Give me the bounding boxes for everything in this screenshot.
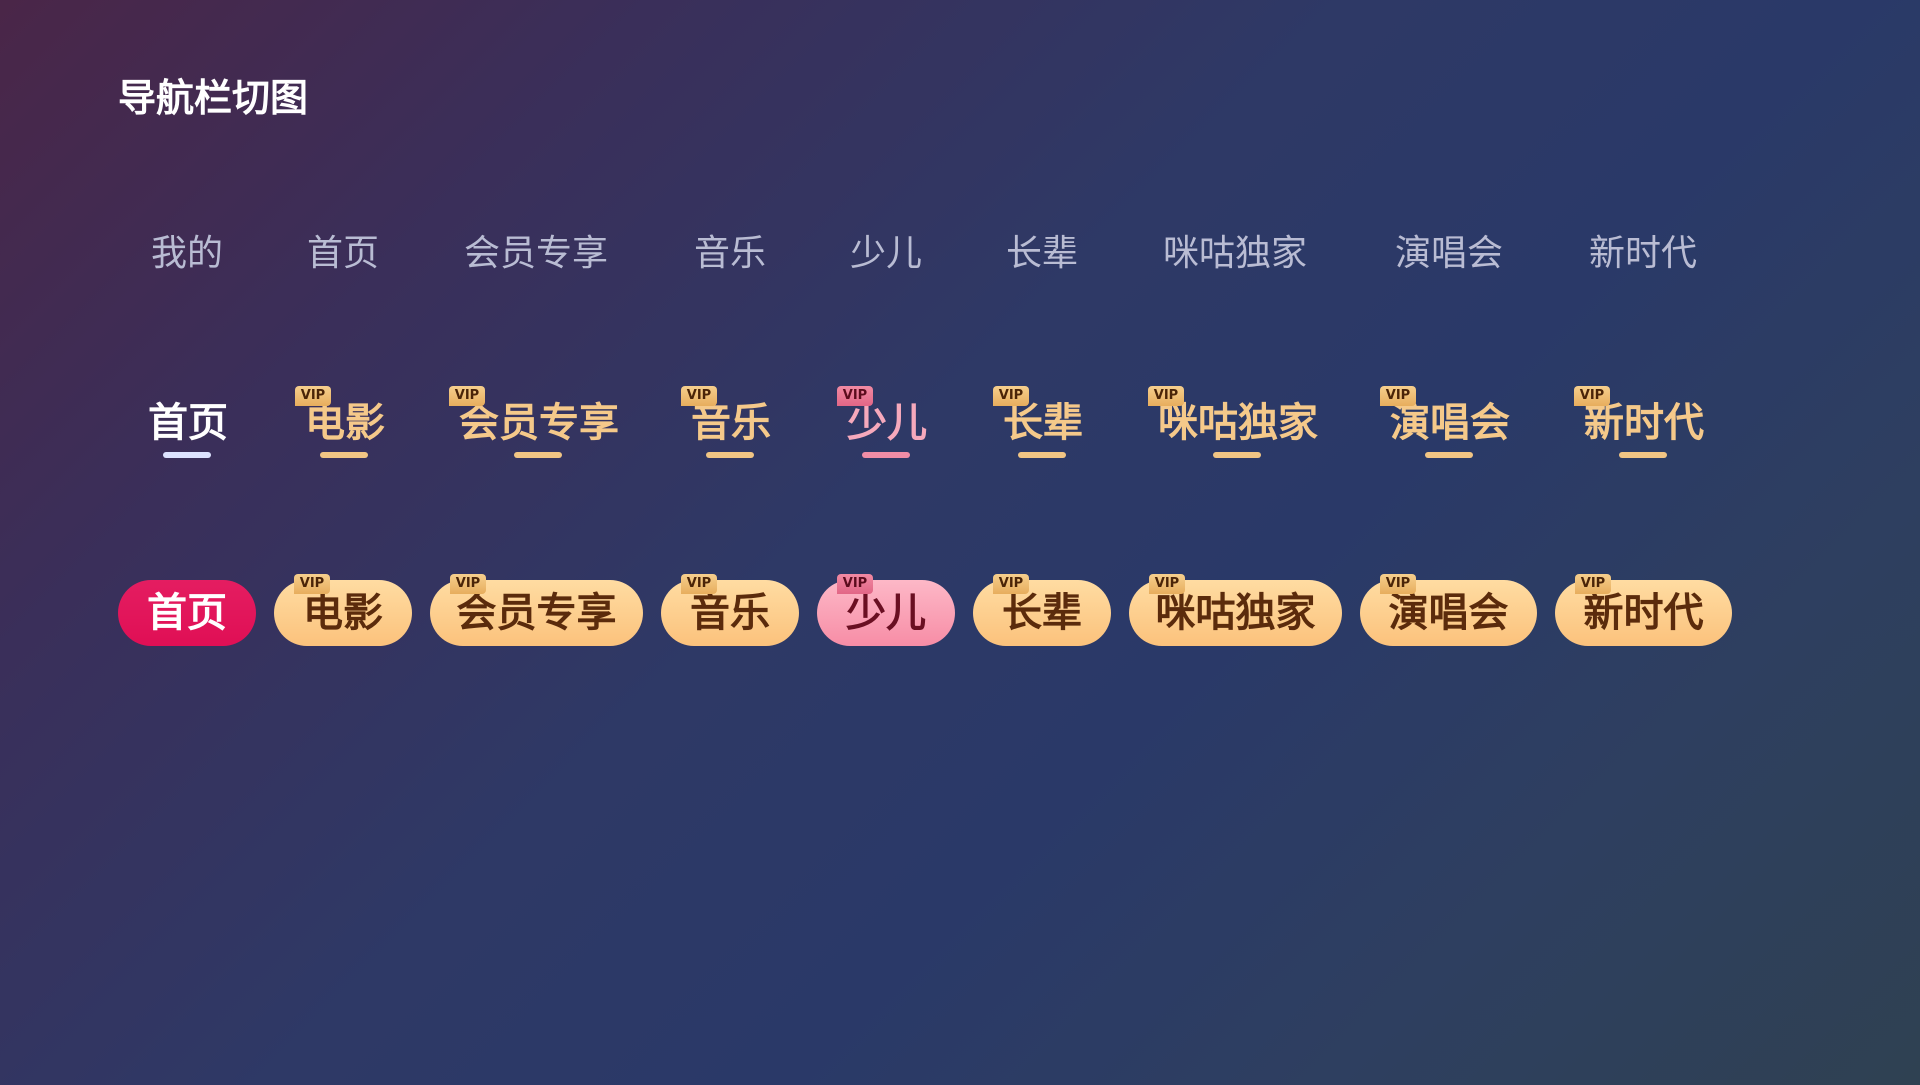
tab-movie[interactable]: VIP 电影	[295, 386, 385, 458]
vip-badge: VIP	[837, 386, 873, 406]
active-underline	[163, 452, 211, 458]
tab-underline	[706, 452, 754, 458]
tab-underline	[862, 452, 910, 458]
vip-badge: VIP	[837, 574, 873, 594]
tab-underline	[514, 452, 562, 458]
nav-item-concert[interactable]: 演唱会	[1395, 230, 1503, 278]
vip-badge: VIP	[993, 574, 1029, 594]
tab-label: 会员专享	[459, 400, 619, 446]
nav-item-kids[interactable]: 少儿	[850, 230, 922, 278]
tab-new-era[interactable]: VIP 新时代	[1574, 386, 1704, 458]
nav-item-new-era[interactable]: 新时代	[1589, 230, 1697, 278]
vip-badge: VIP	[993, 386, 1029, 406]
tab-underline	[320, 452, 368, 458]
pill-music[interactable]: VIP 音乐	[661, 574, 799, 646]
tab-underline	[1018, 452, 1066, 458]
page-title: 导航栏切图	[118, 76, 309, 120]
tab-kids[interactable]: VIP 少儿	[837, 386, 927, 458]
tab-home[interactable]: 首页	[148, 398, 228, 458]
pill-member[interactable]: VIP 会员专享	[430, 574, 643, 646]
vip-badge: VIP	[1574, 386, 1610, 406]
vip-badge: VIP	[449, 386, 485, 406]
nav-item-mine[interactable]: 我的	[151, 230, 223, 278]
tab-underline	[1619, 452, 1667, 458]
nav-item-member[interactable]: 会员专享	[464, 230, 608, 278]
vip-badge: VIP	[450, 574, 486, 594]
vip-badge: VIP	[1149, 574, 1185, 594]
tab-member[interactable]: VIP 会员专享	[449, 386, 619, 458]
vip-badge: VIP	[295, 386, 331, 406]
pill-new-era[interactable]: VIP 新时代	[1555, 574, 1732, 646]
vip-badge: VIP	[1380, 386, 1416, 406]
vip-badge: VIP	[681, 386, 717, 406]
pill-migu-exclusive[interactable]: VIP 咪咕独家	[1129, 574, 1342, 646]
pill-concert[interactable]: VIP 演唱会	[1360, 574, 1537, 646]
tab-music[interactable]: VIP 音乐	[681, 386, 771, 458]
vip-badge: VIP	[681, 574, 717, 594]
nav-item-migu-exclusive[interactable]: 咪咕独家	[1163, 230, 1307, 278]
nav-item-home[interactable]: 首页	[307, 230, 379, 278]
pill-label: 首页	[147, 590, 227, 636]
tab-underline	[1425, 452, 1473, 458]
tab-underline	[1213, 452, 1261, 458]
tab-label: 首页	[148, 400, 228, 446]
tab-migu-exclusive[interactable]: VIP 咪咕独家	[1148, 386, 1318, 458]
vip-badge: VIP	[1575, 574, 1611, 594]
nav-item-music[interactable]: 音乐	[694, 230, 766, 278]
tab-concert[interactable]: VIP 演唱会	[1380, 386, 1510, 458]
vip-badge: VIP	[1148, 386, 1184, 406]
pill-movie[interactable]: VIP 电影	[274, 574, 412, 646]
vip-badge: VIP	[1380, 574, 1416, 594]
vip-badge: VIP	[294, 574, 330, 594]
tab-label: 咪咕独家	[1158, 400, 1318, 446]
nav-item-elders[interactable]: 长辈	[1006, 230, 1078, 278]
tab-elders[interactable]: VIP 长辈	[993, 386, 1083, 458]
pill-home[interactable]: 首页	[118, 580, 256, 646]
pill-kids[interactable]: VIP 少儿	[817, 574, 955, 646]
pill-elders[interactable]: VIP 长辈	[973, 574, 1111, 646]
